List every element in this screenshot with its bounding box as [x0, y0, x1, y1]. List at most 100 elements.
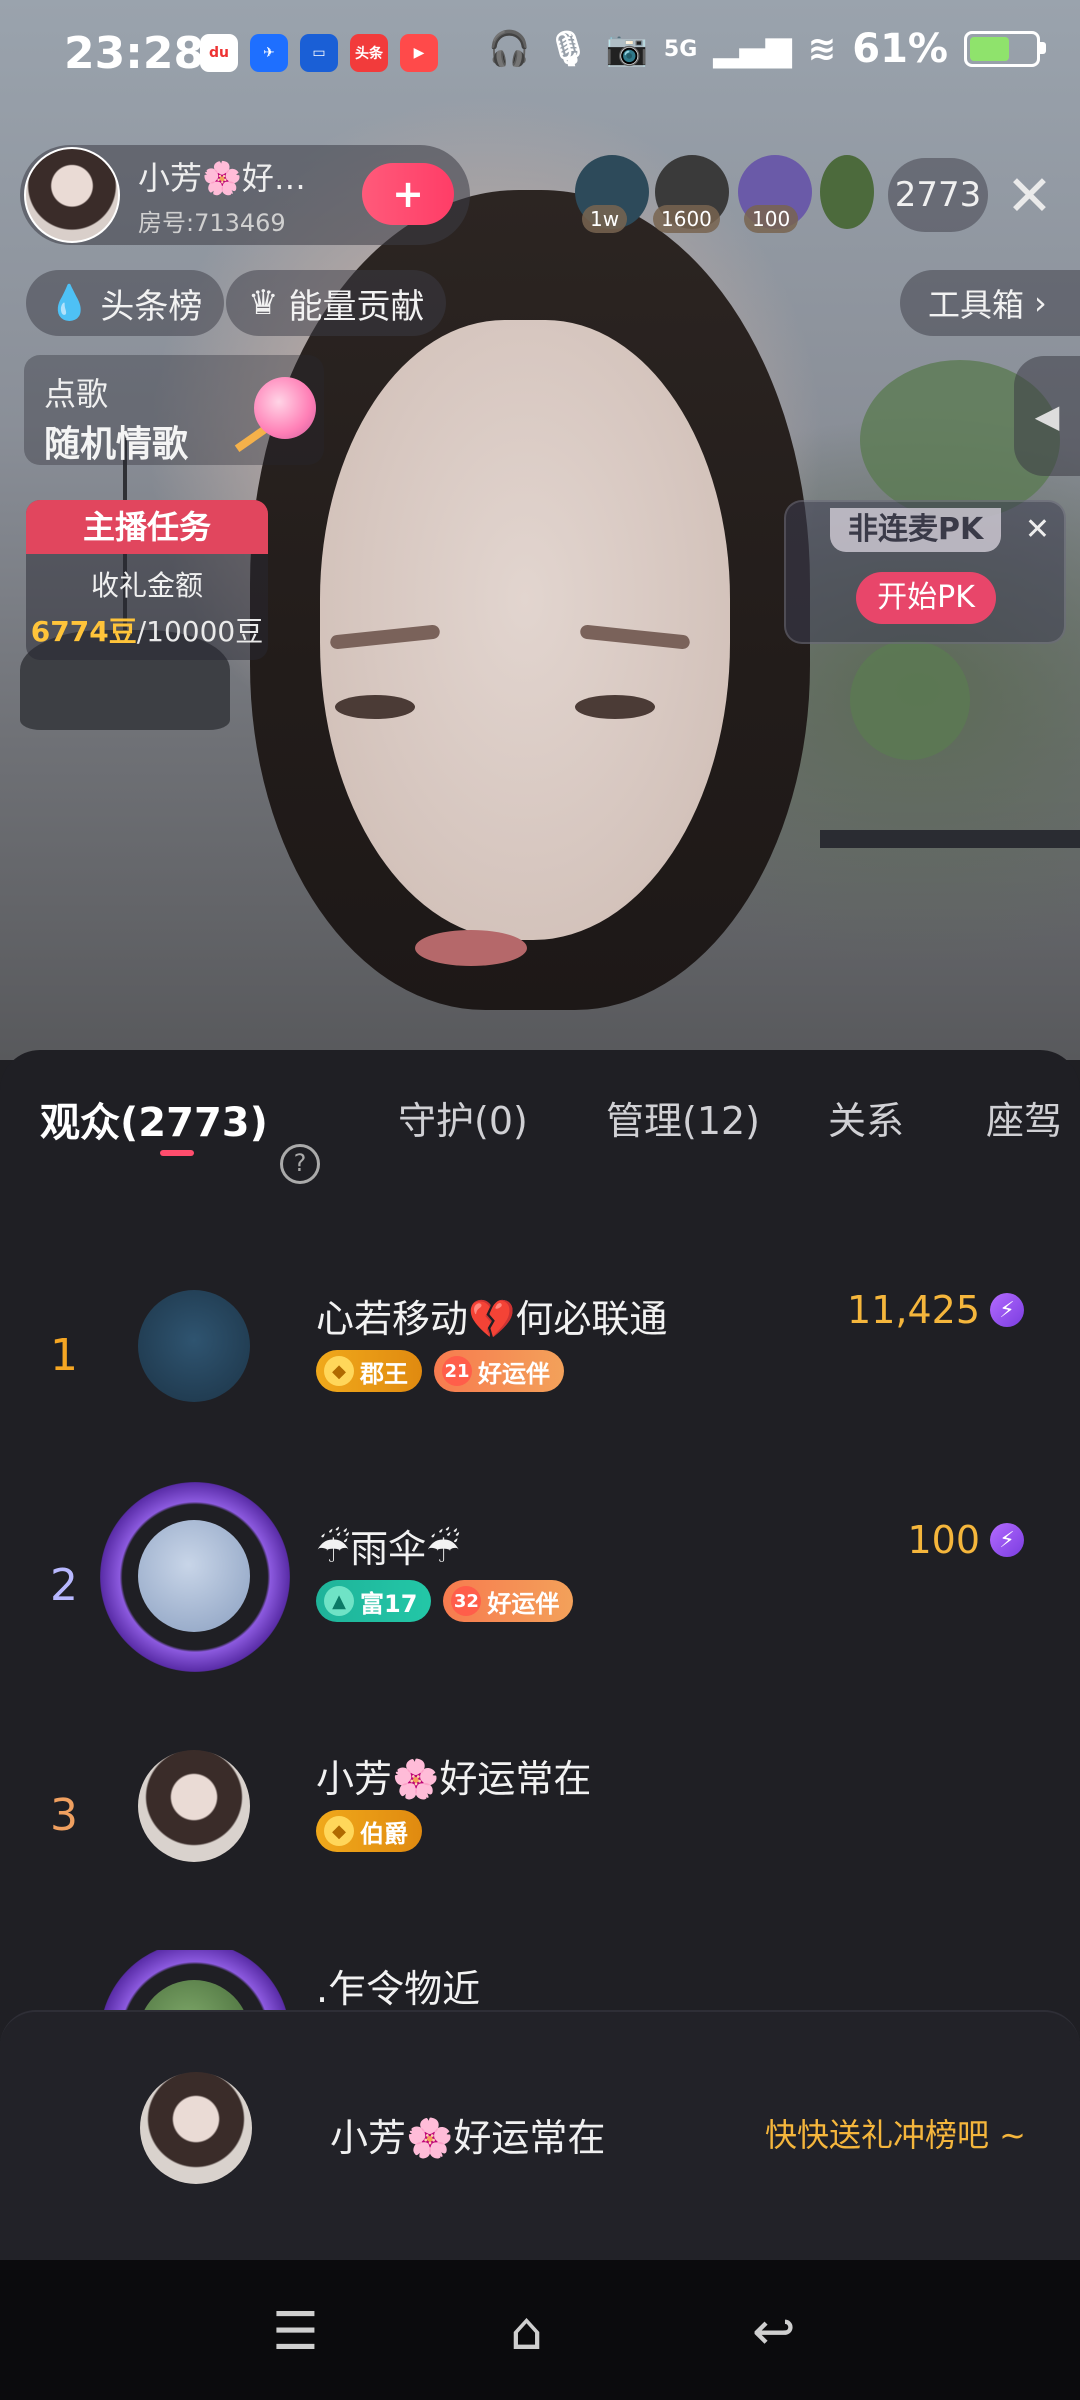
task-current: 6774豆 — [30, 615, 137, 648]
tab-relations[interactable]: 关系 — [828, 1090, 904, 1145]
host-task-card[interactable]: 主播任务 收礼金额 6774豆/10000豆 — [26, 500, 268, 660]
toutiao-icon: 头条 — [350, 34, 388, 72]
arrow-left-icon: ◀ — [1034, 397, 1060, 435]
lollipop-icon — [254, 377, 316, 439]
status-time: 23:28 — [64, 28, 205, 79]
viewer-count[interactable]: 2773 — [888, 158, 988, 232]
task-label: 收礼金额 — [90, 569, 203, 602]
start-pk-button[interactable]: 开始PK — [856, 572, 996, 624]
host-info: 小芳🌸好… 房号:713469 — [138, 153, 306, 238]
song-request-title: 点歌 — [44, 375, 109, 413]
contribution-score: 11,425 ⚡ — [847, 1288, 1024, 1332]
user-avatar[interactable] — [138, 1750, 250, 1862]
pk-title: 非连麦PK — [830, 508, 1002, 552]
badge-icon: ◆ — [324, 1816, 354, 1846]
flame-icon: 💧 — [48, 283, 91, 323]
lips — [415, 930, 527, 966]
headline-board-label: 头条榜 — [100, 286, 203, 327]
battery-icon — [964, 31, 1046, 67]
user-badges: ▲ 富17 32 好运伴 — [316, 1580, 574, 1622]
user-name: 心若移动💔何必联通 — [316, 1297, 668, 1341]
audience-row[interactable]: 2 ☔雨伞☔ ▲ 富17 32 好运伴 100 ⚡ — [0, 1482, 1080, 1690]
badge-label: 郡王 — [360, 1359, 408, 1388]
wealth-badge: ▲ 富17 — [316, 1580, 432, 1622]
home-icon[interactable]: ⌂ — [510, 2302, 543, 2362]
system-nav-bar: ☰ ⌂ ↩ — [0, 2260, 1080, 2400]
eye — [575, 695, 655, 719]
user-name: 小芳🌸好运常在 — [316, 1757, 592, 1801]
badge-label: 好运伴 — [478, 1359, 550, 1388]
help-icon[interactable]: ? — [280, 1144, 320, 1184]
close-pk-icon[interactable]: ✕ — [1025, 512, 1050, 547]
shelf — [820, 830, 1080, 848]
score-value: 100 — [907, 1518, 980, 1562]
lightning-icon: ⚡ — [990, 1523, 1024, 1557]
badge-label: 伯爵 — [360, 1819, 408, 1848]
viewer-badge: 1600 — [653, 205, 720, 233]
host-name: 小芳🌸好… — [138, 158, 306, 197]
close-icon[interactable]: ✕ — [1006, 164, 1053, 229]
toolbox-button[interactable]: 工具箱 › — [900, 270, 1080, 336]
viewer-badge: 100 — [744, 205, 799, 233]
host-avatar[interactable] — [24, 147, 120, 243]
rank-number: 3 — [50, 1790, 78, 1841]
headphones-icon: 🎧 — [488, 29, 531, 69]
headline-board-button[interactable]: 💧 头条榜 — [26, 270, 225, 336]
rank-number: 2 — [50, 1560, 78, 1611]
energy-contribution-label: 能量贡献 — [288, 286, 425, 327]
user-name: ☔雨伞☔ — [316, 1527, 461, 1571]
score-value: 11,425 — [847, 1288, 980, 1332]
tab-audience[interactable]: 观众(2773) — [40, 1090, 268, 1148]
status-right: 🎧 🎙 📷 5G ▂▄▆ ≋ 61% — [488, 26, 1046, 72]
battery-percent: 61% — [852, 26, 948, 72]
follow-button[interactable]: + — [362, 163, 454, 225]
network-type: 5G — [663, 36, 698, 62]
luck-badge: 32 好运伴 — [443, 1580, 574, 1622]
room-number: 房号:713469 — [138, 208, 286, 237]
user-name: .乍令物近 — [316, 1967, 481, 2010]
plant — [850, 640, 970, 760]
user-avatar[interactable] — [138, 1290, 250, 1402]
badge-icon: 21 — [442, 1356, 472, 1386]
contribution-score: 100 ⚡ — [907, 1518, 1024, 1562]
rank-number: 1 — [50, 1330, 78, 1381]
user-badges: ◆ 伯爵 — [316, 1810, 422, 1852]
badge-label: 富17 — [360, 1589, 418, 1618]
viewer-badge: 1w — [582, 205, 628, 233]
user-badges: ◆ 郡王 21 好运伴 — [316, 1350, 564, 1392]
dewu-icon: du — [200, 34, 238, 72]
signal-icon: ▂▄▆ — [713, 29, 792, 69]
tab-vehicles[interactable]: 座驾 — [986, 1090, 1062, 1145]
active-tab-indicator — [160, 1150, 194, 1156]
top-viewer-avatar[interactable] — [820, 155, 874, 229]
my-avatar[interactable] — [140, 2072, 252, 2184]
toolbox-label: 工具箱 — [928, 286, 1025, 324]
level-badge: ◆ 郡王 — [316, 1350, 422, 1392]
user-avatar[interactable] — [138, 1520, 250, 1632]
energy-contribution-button[interactable]: ♛ 能量贡献 — [226, 270, 447, 336]
task-title: 主播任务 — [26, 500, 268, 554]
chevron-right-icon: › — [1034, 284, 1047, 322]
audience-tabs: 观众(2773) ? 守护(0) 管理(12) 关系 座驾 — [0, 1090, 1080, 1184]
song-request-card[interactable]: 点歌 随机情歌 — [24, 355, 324, 465]
send-gift-prompt[interactable]: 快快送礼冲榜吧 ~ — [765, 2110, 1026, 2156]
audience-row[interactable]: 1 心若移动💔何必联通 ◆ 郡王 21 好运伴 11,425 ⚡ — [0, 1260, 1080, 1460]
tab-admins[interactable]: 管理(12) — [606, 1090, 760, 1145]
host-card[interactable]: 小芳🌸好… 房号:713469 + — [20, 145, 470, 245]
crown-icon: ♛ — [248, 283, 279, 323]
task-progress: 6774豆/10000豆 — [26, 610, 268, 650]
menu-icon[interactable]: ☰ — [272, 2302, 319, 2362]
back-icon[interactable]: ↩ — [752, 2302, 796, 2362]
status-app-icons: du ✈ ▭ 头条 ▶ — [200, 34, 438, 72]
collapse-panel-handle[interactable]: ◀ — [1014, 356, 1080, 476]
audience-row[interactable]: 3 小芳🌸好运常在 ◆ 伯爵 — [0, 1720, 1080, 1920]
task-target: /10000豆 — [136, 615, 264, 648]
my-rank-bar[interactable]: 小芳🌸好运常在 快快送礼冲榜吧 ~ — [0, 2010, 1080, 2262]
audience-row[interactable]: .乍令物近 — [0, 1950, 1080, 2010]
tab-guardians[interactable]: 守护(0) — [398, 1090, 528, 1145]
lightning-icon: ⚡ — [990, 1293, 1024, 1327]
video-app-icon: ▶ — [400, 34, 438, 72]
song-request-subtitle: 随机情歌 — [44, 424, 189, 465]
luck-badge: 21 好运伴 — [434, 1350, 564, 1392]
wifi-icon: ≋ — [807, 29, 837, 69]
